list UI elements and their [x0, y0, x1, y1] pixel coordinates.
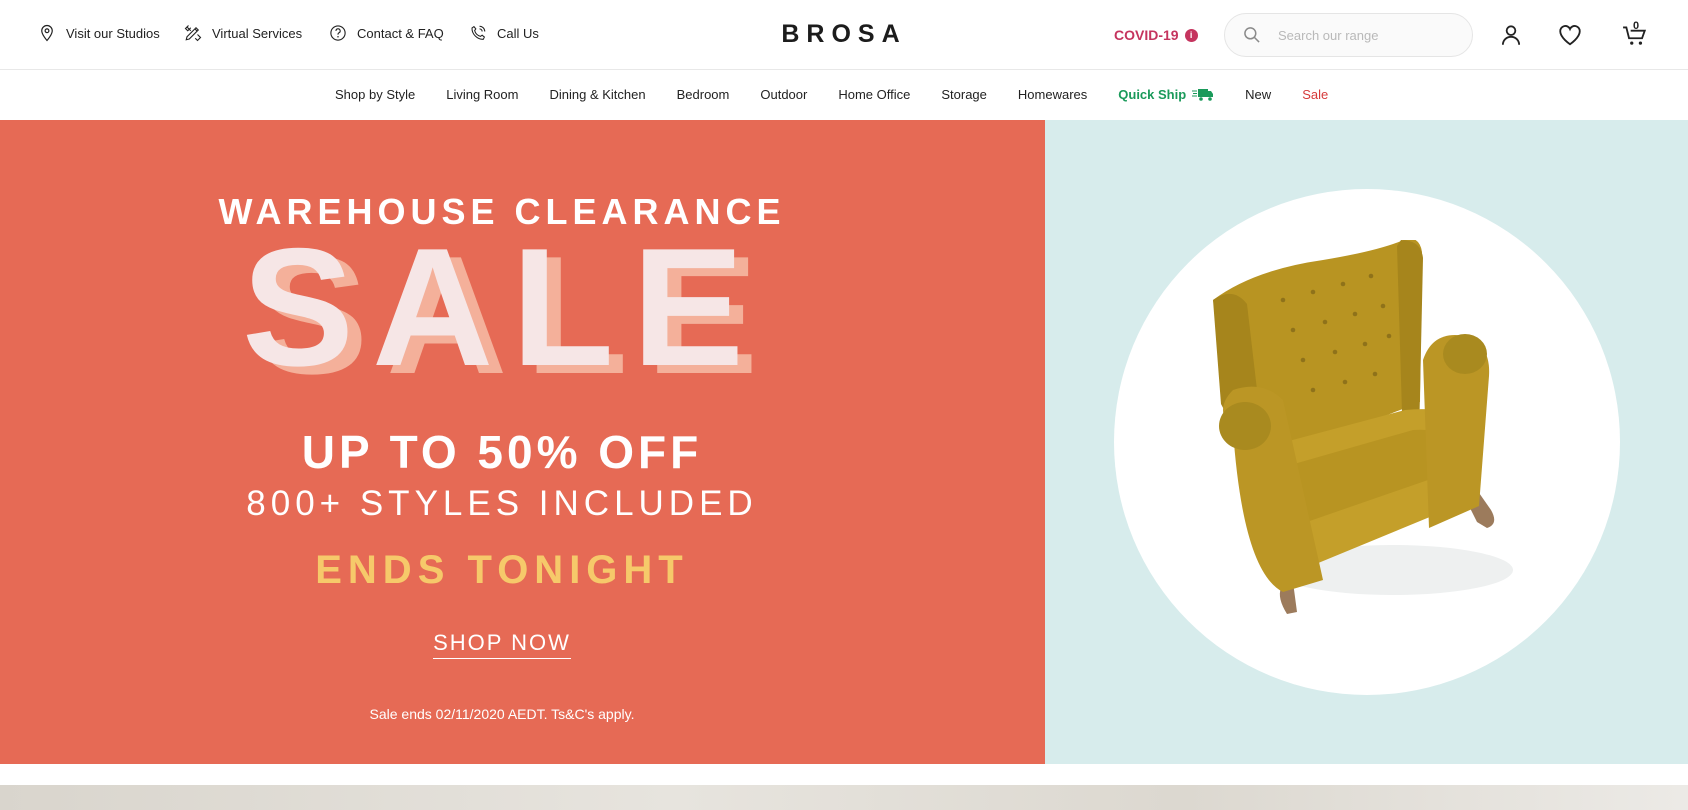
- ends-tonight-text: ENDS TONIGHT: [315, 548, 689, 592]
- nav-label: Dining & Kitchen: [549, 87, 646, 102]
- nav-sale[interactable]: Sale: [1302, 87, 1328, 102]
- heart-icon[interactable]: [1557, 22, 1583, 48]
- terms-text: Sale ends 02/11/2020 AEDT. Ts&C's apply.: [369, 706, 635, 722]
- armchair-image: [1213, 240, 1513, 614]
- sale-heading-text: SALE: [241, 213, 763, 401]
- nav-label: Shop by Style: [335, 87, 416, 102]
- styles-text: 800+ STYLES INCLUDED: [246, 484, 758, 523]
- nav-home-office[interactable]: Home Office: [838, 87, 910, 102]
- top-bar: Visit our Studios Virtual Services Conta…: [0, 0, 1688, 70]
- truck-icon: [1192, 88, 1214, 101]
- info-icon: i: [1184, 28, 1198, 42]
- nav-label: Bedroom: [676, 87, 730, 102]
- nav-new[interactable]: New: [1245, 87, 1271, 102]
- user-icon[interactable]: [1498, 22, 1524, 48]
- covid-label: COVID-19: [1114, 27, 1179, 43]
- search-icon[interactable]: [1242, 25, 1262, 45]
- nav-label: Quick Ship: [1118, 87, 1187, 102]
- shop-now-wrap: SHOP NOW: [0, 630, 1004, 659]
- nav-label: Sale: [1302, 87, 1329, 102]
- nav-outdoor[interactable]: Outdoor: [760, 87, 807, 102]
- nav-storage[interactable]: Storage: [941, 87, 987, 102]
- shop-now-button[interactable]: SHOP NOW: [433, 630, 571, 659]
- cart-count: 0: [1633, 20, 1640, 32]
- nav-label: Storage: [941, 87, 987, 102]
- search-input[interactable]: [1276, 26, 1470, 44]
- nav-label: Homewares: [1017, 87, 1088, 102]
- nav-label: Living Room: [446, 87, 519, 102]
- nav-dining-kitchen[interactable]: Dining & Kitchen: [549, 87, 645, 102]
- nav-shop-by-style[interactable]: Shop by Style: [335, 87, 415, 102]
- nav-homewares[interactable]: Homewares: [1018, 87, 1087, 102]
- nav-bedroom[interactable]: Bedroom: [677, 87, 730, 102]
- main-nav: Shop by Style Living Room Dining & Kitch…: [0, 70, 1688, 120]
- nav-quick-ship[interactable]: Quick Ship: [1118, 87, 1214, 102]
- sale-heading: SALE SALE: [0, 213, 1004, 401]
- offer-text: UP TO 50% OFF: [301, 426, 703, 478]
- hero-image-panel[interactable]: [1045, 120, 1688, 764]
- nav-living-room[interactable]: Living Room: [446, 87, 518, 102]
- covid-link[interactable]: COVID-19 i: [1114, 27, 1198, 43]
- search-bar[interactable]: [1224, 13, 1473, 57]
- next-section-preview: [0, 785, 1688, 810]
- nav-label: New: [1245, 87, 1272, 102]
- logo-text: BROSA: [781, 20, 907, 48]
- nav-label: Outdoor: [760, 87, 808, 102]
- nav-label: Home Office: [838, 87, 911, 102]
